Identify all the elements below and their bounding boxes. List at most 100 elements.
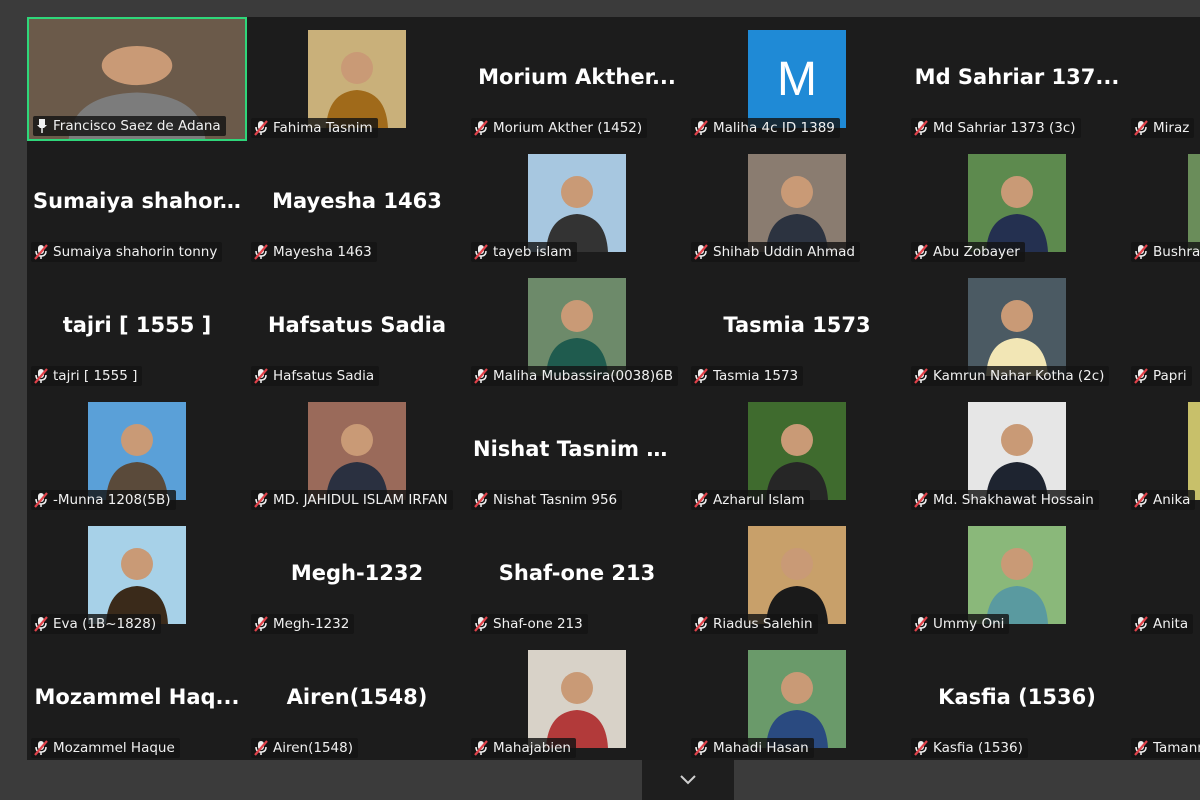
participant-name-label: Anika [1131,490,1196,510]
participant-name-label: Bushra [1131,242,1200,262]
participant-tile[interactable]: Miraz Miraz [1127,17,1200,141]
mic-muted-icon [914,244,928,260]
participant-name: Mahadi Hasan [713,740,809,756]
participant-display-name: Hafsatus Sadia [267,313,447,337]
participant-name: Megh-1232 [273,616,350,632]
participant-photo [88,526,186,624]
participant-tile[interactable]: Airen(1548) Airen(1548) [247,637,467,760]
participant-tile[interactable]: Ummy Oni [907,513,1127,637]
participant-tile[interactable]: -Munna 1208(5B) [27,389,247,513]
participant-tile[interactable]: M Maliha 4c ID 1389 [687,17,907,141]
participant-name-label: Md Sahriar 1373 (3c) [911,118,1081,138]
participant-tile[interactable]: Tasmia 1573 Tasmia 1573 [687,265,907,389]
participant-tile[interactable]: Francisco Saez de Adana [27,17,247,141]
participant-tile[interactable]: Tan Tamanna [1127,637,1200,760]
participant-name-label: Morium Akther (1452) [471,118,648,138]
participant-name: Papri [1153,368,1187,384]
participant-name-label: Mahadi Hasan [691,738,814,758]
participant-photo [308,30,406,128]
mic-muted-icon [1134,368,1148,384]
participant-name-label: tayeb islam [471,242,577,262]
participant-display-name: Morium Akther... [478,65,676,89]
gallery-scroll-down-button[interactable] [642,760,734,800]
mic-muted-icon [474,368,488,384]
participant-photo [528,154,626,252]
mic-muted-icon [474,616,488,632]
participant-name-label: Mayesha 1463 [251,242,377,262]
participant-tile[interactable]: Sumaiya shahor... Sumaiya shahorin tonny [27,141,247,265]
participant-tile[interactable]: Md Sahriar 137... Md Sahriar 1373 (3c) [907,17,1127,141]
participant-photo [748,650,846,748]
participant-name-label: Riadus Salehin [691,614,818,634]
participant-avatar [748,650,846,748]
participant-photo [748,526,846,624]
participant-name: Airen(1548) [273,740,353,756]
participant-tile[interactable]: Pa Papri [1127,265,1200,389]
participant-avatar [308,30,406,128]
participant-name: MD. JAHIDUL ISLAM IRFAN [273,492,448,508]
participant-photo [528,278,626,376]
participant-tile[interactable]: Eva (1B~1828) [27,513,247,637]
participant-name: Ummy Oni [933,616,1005,632]
participant-display-name: Mayesha 1463 [272,189,442,213]
participant-tile[interactable]: tajri [ 1555 ] tajri [ 1555 ] [27,265,247,389]
participant-name: Hafsatus Sadia [273,368,375,384]
participant-name: Francisco Saez de Adana [53,118,221,134]
participant-photo [88,402,186,500]
participant-name: Nishat Tasnim 956 [493,492,618,508]
participant-tile[interactable]: Shaf-one 213 Shaf-one 213 [467,513,687,637]
participant-name: Tamanna [1153,740,1200,756]
participant-photo [968,278,1066,376]
participant-tile[interactable]: Anika [1127,389,1200,513]
participant-tile[interactable]: tayeb islam [467,141,687,265]
participant-name: Shaf-one 213 [493,616,583,632]
participant-tile[interactable]: MD. JAHIDUL ISLAM IRFAN [247,389,467,513]
participant-tile[interactable]: Kamrun Nahar Kotha (2c) [907,265,1127,389]
participant-name-label: Kamrun Nahar Kotha (2c) [911,366,1110,386]
participant-tile[interactable]: Anit Anita [1127,513,1200,637]
participant-name: Kamrun Nahar Kotha (2c) [933,368,1105,384]
participant-name: Md Sahriar 1373 (3c) [933,120,1076,136]
participant-tile[interactable]: Mozammel Haq... Mozammel Haque [27,637,247,760]
participant-tile[interactable]: Mahadi Hasan [687,637,907,760]
participant-avatar [968,278,1066,376]
mic-muted-icon [254,368,268,384]
participant-display-name: Md Sahriar 137... [914,65,1120,89]
participant-avatar [968,154,1066,252]
participant-tile[interactable]: Azharul Islam [687,389,907,513]
participant-tile[interactable]: Nishat Tasnim 9... Nishat Tasnim 956 [467,389,687,513]
participant-display-name: Sumaiya shahor... [33,189,244,213]
participant-name-label: Mahajabien [471,738,576,758]
participant-tile[interactable]: Megh-1232 Megh-1232 [247,513,467,637]
participant-name: Mahajabien [493,740,571,756]
participant-tile[interactable]: Abu Zobayer [907,141,1127,265]
participant-display-name: Airen(1548) [286,685,428,709]
participant-avatar [1188,154,1200,252]
participant-tile[interactable]: Morium Akther... Morium Akther (1452) [467,17,687,141]
participant-tile[interactable]: Hafsatus Sadia Hafsatus Sadia [247,265,467,389]
participant-avatar [88,402,186,500]
participant-tile[interactable]: Bushra [1127,141,1200,265]
participant-name-label: Mozammel Haque [31,738,180,758]
participant-avatar [528,154,626,252]
participant-tile[interactable]: Mayesha 1463 Mayesha 1463 [247,141,467,265]
participant-name-label: Sumaiya shahorin tonny [31,242,223,262]
participant-name-label: Tamanna [1131,738,1200,758]
mic-muted-icon [254,616,268,632]
participant-tile[interactable]: Fahima Tasnim [247,17,467,141]
participant-tile[interactable]: Shihab Uddin Ahmad [687,141,907,265]
participant-avatar [968,526,1066,624]
participant-tile[interactable]: Kasfia (1536) Kasfia (1536) [907,637,1127,760]
mic-muted-icon [1134,616,1148,632]
pin-icon [37,119,47,133]
participant-name-label: -Munna 1208(5B) [31,490,176,510]
participant-tile[interactable]: Mahajabien [467,637,687,760]
participant-tile[interactable]: Maliha Mubassira(0038)6B [467,265,687,389]
participant-photo [528,650,626,748]
participant-name: Anika [1153,492,1191,508]
participant-tile[interactable]: Md. Shakhawat Hossain [907,389,1127,513]
participant-tile[interactable]: Riadus Salehin [687,513,907,637]
participant-display-name: Megh-1232 [290,561,424,585]
participant-display-name: Tan [1127,685,1200,709]
participant-name-label: Hafsatus Sadia [251,366,380,386]
